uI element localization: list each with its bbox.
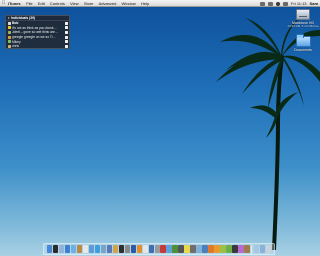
- dock-app-store-app-icon[interactable]: [160, 245, 166, 253]
- dock-adium-icon[interactable]: [226, 245, 232, 253]
- apple-icon[interactable]: : [0, 0, 7, 6]
- desktop-icon-sublabel: 74.53 GB, 5.13 GB free: [287, 24, 319, 28]
- menu-advanced[interactable]: Advanced: [96, 1, 119, 6]
- dock-dvd-player-icon[interactable]: [154, 245, 160, 253]
- dock-quicktime-icon[interactable]: [148, 245, 154, 253]
- dock-vlc-icon[interactable]: [214, 245, 220, 253]
- dock-imovie-icon[interactable]: [106, 245, 113, 253]
- hard-drive-icon: [296, 9, 310, 20]
- folder-icon: [295, 34, 311, 47]
- dock-preview-icon[interactable]: [88, 245, 95, 253]
- panel-rows: Bob it's not as think as you drunk… Jdeel …: [6, 21, 69, 49]
- buddy-action-icon[interactable]: [64, 21, 68, 25]
- dock-network-utility-icon[interactable]: [166, 245, 172, 253]
- dock-itunes-icon[interactable]: [94, 245, 101, 253]
- volume-icon[interactable]: [276, 1, 281, 6]
- menu-app-name[interactable]: iTunes: [7, 1, 24, 6]
- dock-ical-icon[interactable]: [82, 245, 89, 253]
- dock-mail-icon[interactable]: [58, 245, 65, 253]
- dock-downloads-folder-icon[interactable]: [253, 245, 260, 253]
- menu-view[interactable]: View: [67, 1, 81, 6]
- buddy-avatar-icon: [7, 30, 11, 34]
- wifi-icon[interactable]: [268, 1, 274, 6]
- dock-firefox-icon[interactable]: [208, 245, 214, 253]
- menu-window[interactable]: Window: [119, 1, 138, 6]
- menu-store[interactable]: Store: [81, 1, 96, 6]
- desktop-icon-documents[interactable]: Documents: [288, 34, 318, 52]
- battery-icon[interactable]: [283, 1, 289, 6]
- dock-safari-icon[interactable]: [64, 245, 71, 253]
- dock: [43, 243, 275, 255]
- bluetooth-icon[interactable]: [260, 1, 266, 6]
- dock-image-capture-icon[interactable]: [196, 245, 202, 253]
- dock-xcode-icon[interactable]: [202, 245, 208, 253]
- menu-file[interactable]: File: [24, 1, 36, 6]
- dock-ichat-icon[interactable]: [70, 245, 77, 253]
- dock-illustrator-icon[interactable]: [136, 245, 142, 253]
- buddy-action-icon[interactable]: [64, 40, 68, 44]
- buddy-action-icon[interactable]: [64, 26, 68, 30]
- dock-terminal-icon[interactable]: [118, 245, 124, 253]
- panel-title: Individuals (39): [11, 16, 36, 20]
- dock-font-book-icon[interactable]: [190, 245, 196, 253]
- dock-textedit-icon[interactable]: [142, 245, 148, 253]
- menu-edit[interactable]: Edit: [35, 1, 47, 6]
- dock-sherlock-icon[interactable]: [244, 245, 250, 253]
- buddy-avatar-icon: [7, 40, 11, 44]
- buddy-row[interactable]: chris: [6, 44, 69, 49]
- dock-finder-icon[interactable]: [46, 245, 53, 253]
- menu-help[interactable]: Help: [138, 1, 151, 6]
- buddy-action-icon[interactable]: [64, 30, 68, 34]
- desktop-icon-label: Documents: [294, 48, 312, 52]
- buddy-avatar-icon: [7, 44, 11, 48]
- buddy-avatar-icon: [7, 21, 11, 25]
- dock-activity-monitor-icon[interactable]: [172, 245, 178, 253]
- dock-trash-icon[interactable]: [265, 245, 272, 253]
- dock-dashboard-icon[interactable]: [52, 245, 59, 253]
- dock-grapher-icon[interactable]: [238, 245, 244, 253]
- dock-separator: [251, 244, 253, 254]
- buddy-avatar-icon: [7, 26, 11, 30]
- buddy-avatar-icon: [7, 35, 11, 39]
- dock-iphoto-icon[interactable]: [100, 245, 107, 253]
- dock-system-preferences-icon[interactable]: [124, 245, 130, 253]
- dock-garageband-icon[interactable]: [112, 245, 118, 253]
- menu-user[interactable]: Sam: [310, 1, 318, 6]
- buddy-list-panel: ▾ Individuals (39) Bob it's not as think …: [5, 15, 70, 49]
- dock-apps: [46, 245, 250, 253]
- dock-right: [253, 245, 272, 253]
- dock-calculator-icon[interactable]: [178, 245, 184, 253]
- menu-controls[interactable]: Controls: [47, 1, 67, 6]
- menu-clock[interactable]: Fri 11:13: [291, 1, 307, 6]
- buddy-action-icon[interactable]: [64, 44, 68, 48]
- dock-omniweb-icon[interactable]: [220, 245, 226, 253]
- menu-bar:  iTunes File Edit Controls View Store A…: [0, 0, 320, 7]
- dock-photoshop-icon[interactable]: [130, 245, 136, 253]
- disclosure-triangle-icon[interactable]: ▾: [8, 16, 10, 20]
- dock-address-book-icon[interactable]: [76, 245, 83, 253]
- menu-extras: Fri 11:13 Sam: [260, 0, 318, 7]
- desktop-icon-macintosh-hd[interactable]: Macintosh HD 74.53 GB, 5.13 GB free: [287, 9, 319, 29]
- dock-applications-folder-icon[interactable]: [259, 245, 266, 253]
- dock-chess-icon[interactable]: [232, 245, 238, 253]
- buddy-action-icon[interactable]: [64, 35, 68, 39]
- buddy-status-text: chris: [12, 44, 19, 49]
- dock-stickies-icon[interactable]: [184, 245, 190, 253]
